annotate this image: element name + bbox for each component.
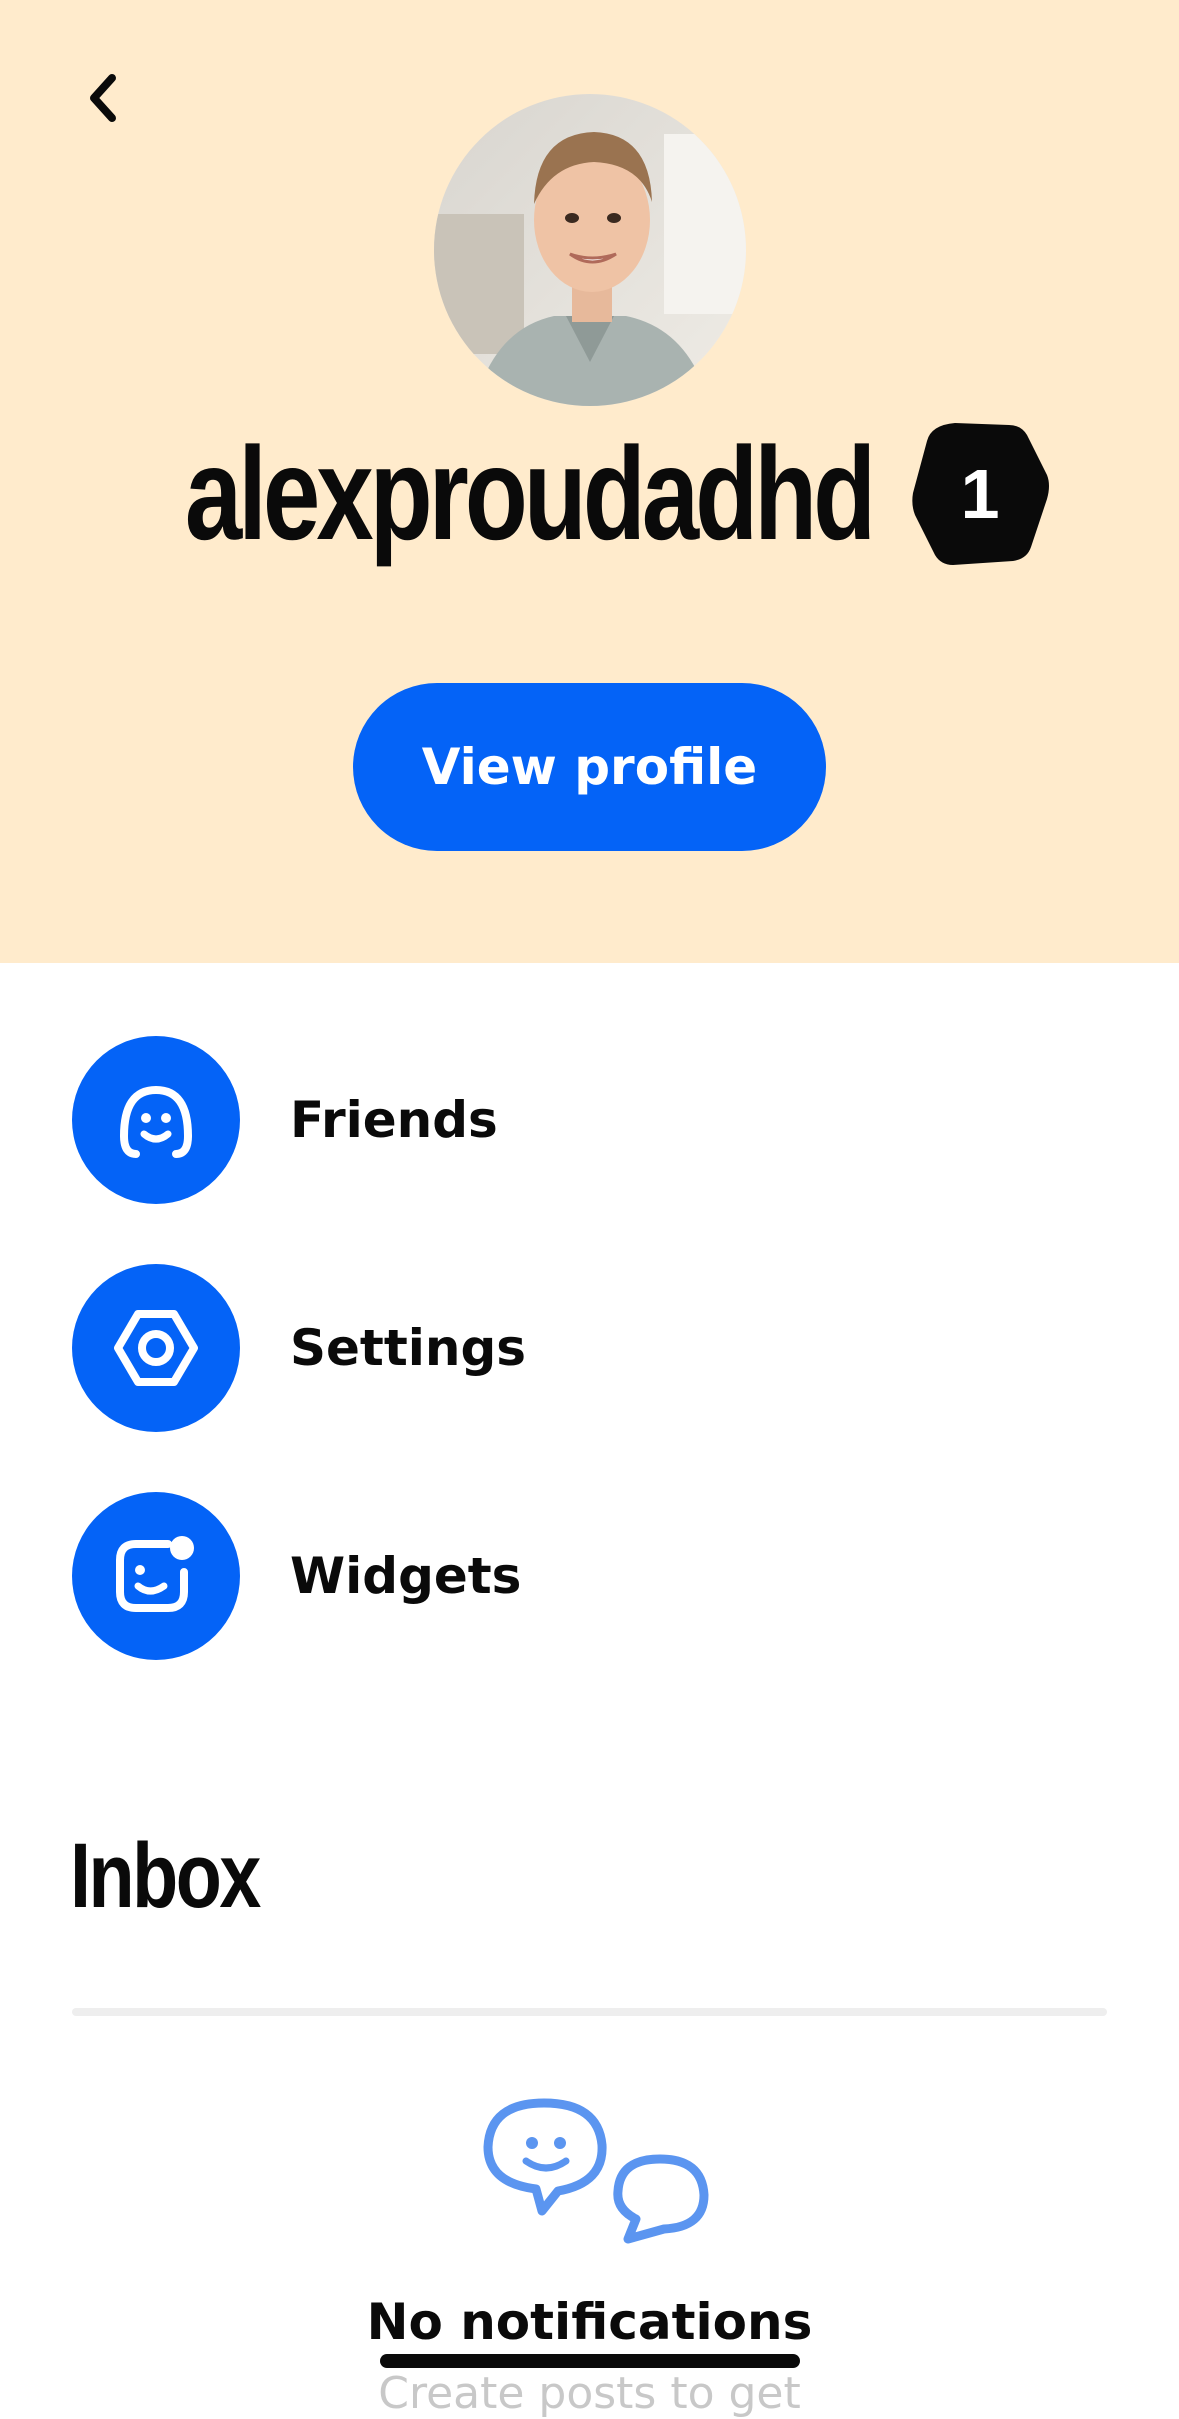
view-profile-button[interactable]: View profile: [353, 683, 826, 851]
username: alexproudadhd: [184, 420, 876, 567]
menu-item-friends[interactable]: Friends: [72, 1036, 1107, 1204]
divider: [72, 2008, 1107, 2016]
menu-item-label: Settings: [290, 1319, 527, 1377]
smile-headphones-icon: [72, 1036, 240, 1204]
chat-bubbles-icon: [480, 2095, 720, 2255]
chevron-left-icon: [84, 70, 124, 130]
menu-item-label: Friends: [290, 1091, 498, 1149]
inbox-title: Inbox: [70, 1825, 261, 1927]
avatar[interactable]: [434, 94, 746, 406]
username-row: alexproudadhd 1: [0, 404, 1179, 584]
menu-item-label: Widgets: [290, 1547, 522, 1605]
empty-state-title: No notifications: [366, 2293, 813, 2351]
home-indicator[interactable]: [380, 2354, 800, 2368]
badge-number: 1: [960, 455, 1000, 533]
back-button[interactable]: [72, 64, 136, 136]
empty-state-subtitle: Create posts to get: [378, 2368, 801, 2419]
hex-settings-icon: [72, 1264, 240, 1432]
widget-face-icon: [72, 1492, 240, 1660]
profile-header: alexproudadhd 1 View profile: [0, 0, 1179, 963]
menu-item-widgets[interactable]: Widgets: [72, 1492, 1107, 1660]
menu-item-settings[interactable]: Settings: [72, 1264, 1107, 1432]
level-badge: 1: [909, 419, 1051, 569]
